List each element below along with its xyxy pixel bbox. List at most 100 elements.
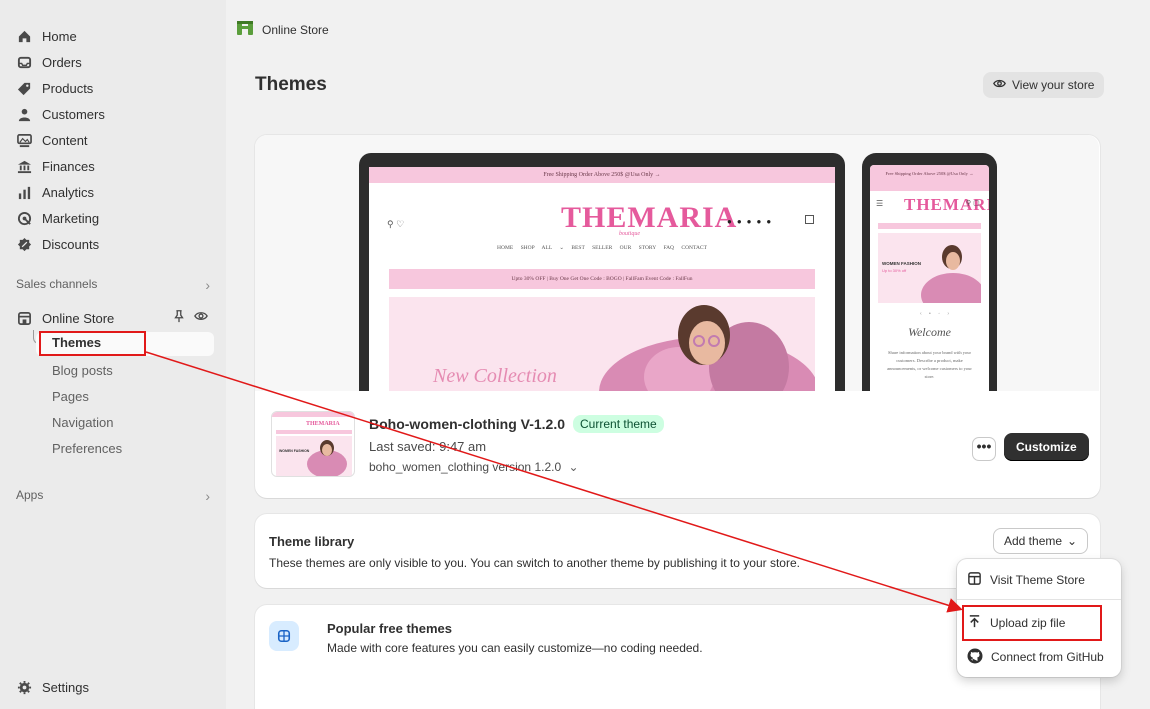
sidebar-item-label: Orders xyxy=(42,54,82,70)
bank-icon xyxy=(16,158,32,174)
carousel-dots: ‹ • ◦ › xyxy=(920,311,953,317)
sales-channels-header[interactable]: Sales channels › xyxy=(16,277,210,293)
sidebar-item-home[interactable]: Home xyxy=(16,24,77,48)
annotation-box-themes xyxy=(39,331,146,356)
sidebar-item-navigation[interactable]: Navigation xyxy=(52,411,113,433)
person-icon xyxy=(16,106,32,122)
sidebar-item-preferences[interactable]: Preferences xyxy=(52,437,122,459)
sidebar-item-settings[interactable]: Settings xyxy=(16,675,89,699)
breadcrumb: Online Store xyxy=(236,19,329,40)
sidebar-item-label: Products xyxy=(42,80,94,96)
mobile-preview: Free Shipping Order Above 250$ @Usa Only… xyxy=(862,153,997,391)
sidebar-item-finances[interactable]: Finances xyxy=(16,154,95,178)
sidebar-item-label: Finances xyxy=(42,158,95,174)
inbox-icon xyxy=(16,54,32,70)
mobile-promo-bar: Free Shipping Order Above 250$ @Usa Only… xyxy=(870,165,989,191)
dropdown-divider xyxy=(957,599,1121,600)
view-store-label: View your store xyxy=(1012,78,1095,92)
visit-theme-store-label: Visit Theme Store xyxy=(990,573,1085,587)
mobile-preview-screen: Free Shipping Order Above 250$ @Usa Only… xyxy=(870,165,989,391)
apps-label: Apps xyxy=(16,488,44,502)
popular-themes-description: Made with core features you can easily c… xyxy=(327,641,703,655)
mobile-welcome-copy: Share information about your brand with … xyxy=(887,350,972,379)
connect-github-item[interactable]: Connect from GitHub xyxy=(967,646,1104,668)
desktop-preview: Free Shipping Order Above 250$ @Usa Only… xyxy=(359,153,845,391)
add-theme-label: Add theme xyxy=(1004,534,1063,548)
search-icon: ⚲ ♡ xyxy=(387,219,405,229)
svg-text:WOMEN FASHION: WOMEN FASHION xyxy=(279,449,310,453)
mobile-welcome: Welcome xyxy=(908,325,951,339)
connect-github-label: Connect from GitHub xyxy=(991,650,1104,664)
mobile-hero-title: WOMEN FASHION xyxy=(882,261,921,266)
theme-version-select[interactable]: boho_women_clothing version 1.2.0 ⌄ xyxy=(369,460,579,474)
last-saved-text: Last saved: 9:47 am xyxy=(369,439,487,454)
sidebar-item-blog-posts[interactable]: Blog posts xyxy=(52,359,113,381)
current-theme-row: THEMARIA WOMEN FASHION Boho-women-clothi… xyxy=(255,391,1099,499)
theme-library-description: These themes are only visible to you. Yo… xyxy=(269,556,800,570)
chevron-down-icon: ⌄ xyxy=(1067,534,1078,548)
current-theme-badge: Current theme xyxy=(573,415,664,433)
add-theme-button[interactable]: Add theme ⌄ xyxy=(993,528,1089,554)
current-theme-card: Free Shipping Order Above 250$ @Usa Only… xyxy=(255,135,1100,498)
github-icon xyxy=(967,648,983,667)
theme-version-label: boho_women_clothing version 1.2.0 xyxy=(369,460,562,474)
mobile-hero: WOMEN FASHION Up to 30% off xyxy=(878,233,981,303)
more-actions-button[interactable]: ••• xyxy=(972,437,996,461)
theme-preview: Free Shipping Order Above 250$ @Usa Only… xyxy=(255,135,1099,391)
apps-header[interactable]: Apps › xyxy=(16,488,210,504)
bar-chart-icon xyxy=(16,184,32,200)
social-icons: ●●●●● xyxy=(727,217,777,226)
online-store-app-icon xyxy=(236,19,254,40)
theme-title: Boho-women-clothing V-1.2.0 Current them… xyxy=(369,415,664,433)
chevron-right-icon: › xyxy=(205,277,210,293)
theme-name: Boho-women-clothing V-1.2.0 xyxy=(369,416,566,432)
discount-icon xyxy=(16,236,32,252)
annotation-box-upload xyxy=(962,605,1102,641)
sidebar-item-customers[interactable]: Customers xyxy=(16,102,105,126)
theme-store-icon xyxy=(967,571,982,589)
theme-thumbnail: THEMARIA WOMEN FASHION xyxy=(271,411,355,477)
image-icon xyxy=(16,132,32,148)
breadcrumb-title[interactable]: Online Store xyxy=(262,23,329,37)
chevron-down-icon: ⌄ xyxy=(568,460,579,474)
popular-themes-title: Popular free themes xyxy=(327,621,452,636)
sidebar-item-label: Home xyxy=(42,28,77,44)
gear-icon xyxy=(16,679,32,695)
sidebar-item-products[interactable]: Products xyxy=(16,76,93,100)
mobile-sale-bar xyxy=(878,223,981,229)
sidebar-item-label: Marketing xyxy=(42,210,100,226)
tag-icon xyxy=(16,80,32,96)
sidebar-item-orders[interactable]: Orders xyxy=(16,50,82,74)
target-icon xyxy=(16,210,32,226)
visit-theme-store-item[interactable]: Visit Theme Store xyxy=(967,569,1085,591)
eye-icon[interactable] xyxy=(194,309,208,326)
sidebar-item-discounts[interactable]: Discounts xyxy=(16,232,99,256)
sidebar-item-marketing[interactable]: Marketing xyxy=(16,206,99,230)
sales-channels-label: Sales channels xyxy=(16,277,98,291)
sidebar-item-content[interactable]: Content xyxy=(16,128,88,152)
hamburger-icon: ☰ xyxy=(876,199,884,208)
preview-brand-sub: boutique xyxy=(619,231,640,237)
view-store-button[interactable]: View your store xyxy=(983,72,1105,98)
eye-icon xyxy=(993,77,1006,93)
preview-promo-bar: Free Shipping Order Above 250$ @Usa Only… xyxy=(369,167,835,183)
sidebar-item-label: Analytics xyxy=(42,184,95,200)
sidebar-item-label: Discounts xyxy=(42,236,100,252)
cart-icon xyxy=(805,215,814,224)
sidebar-item-analytics[interactable]: Analytics xyxy=(16,180,94,204)
sidebar-item-pages[interactable]: Pages xyxy=(52,385,89,407)
mobile-hero-sub: Up to 30% off xyxy=(882,268,907,273)
pin-icon[interactable] xyxy=(172,309,186,326)
chevron-right-icon: › xyxy=(205,488,210,504)
preview-menu: HOME SHOP ALL ⌄ BEST SELLER OUR STORY FA… xyxy=(497,245,707,251)
preview-hero: New Collection xyxy=(389,297,815,391)
preview-sale-bar: Upto 30% OFF | Buy One Get One Code : BO… xyxy=(389,269,815,289)
sidebar-item-label: Customers xyxy=(42,106,105,122)
sidebar-item-label: Content xyxy=(42,132,88,148)
theme-grid-icon xyxy=(269,621,299,651)
theme-library-title: Theme library xyxy=(269,534,355,549)
mobile-header-icons: ⚲ ▢ xyxy=(966,200,980,207)
desktop-preview-screen: Free Shipping Order Above 250$ @Usa Only… xyxy=(369,167,835,391)
customize-button[interactable]: Customize xyxy=(1004,433,1089,461)
store-icon xyxy=(16,310,32,326)
